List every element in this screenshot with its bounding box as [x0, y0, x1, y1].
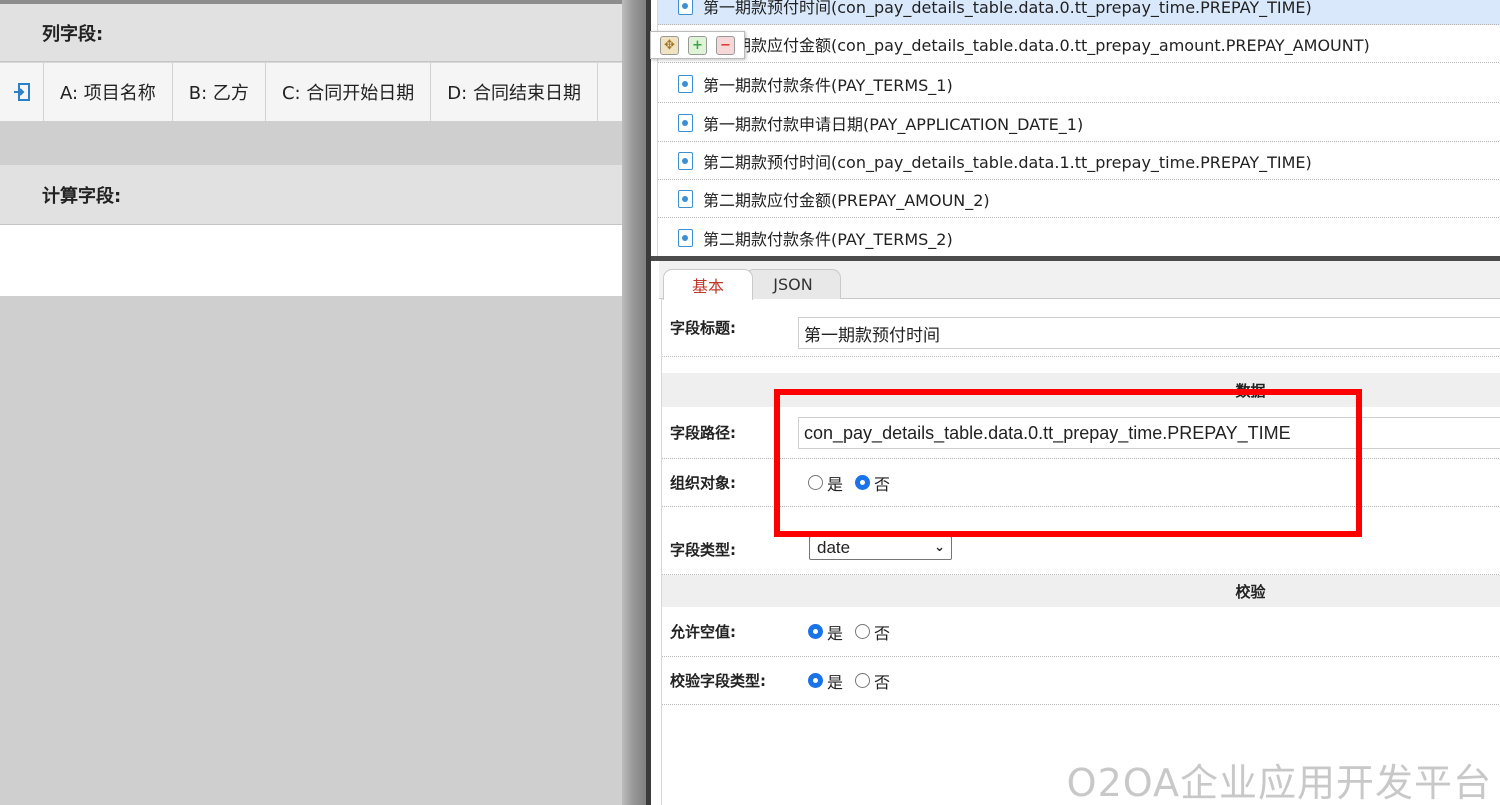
- org-object-no-radio[interactable]: [855, 475, 871, 490]
- data-group-title: 数据: [1235, 381, 1266, 400]
- field-list-item[interactable]: 第二期款付款条件(PAY_TERMS_2): [658, 219, 1500, 257]
- field-type-row: 字段类型: date ⌄: [662, 507, 1500, 575]
- org-object-label: 组织对象:: [670, 474, 736, 492]
- field-doc-icon: [678, 189, 693, 208]
- allow-empty-label: 允许空值:: [670, 623, 736, 641]
- right-panel: 第一期款预付时间(con_pay_details_table.data.0.tt…: [651, 0, 1500, 805]
- field-list-item[interactable]: 第一期款付款申请日期(PAY_APPLICATION_DATE_1): [658, 104, 1500, 142]
- field-doc-icon: [678, 0, 693, 15]
- allow-empty-row: 允许空值: 是 否: [662, 607, 1500, 657]
- field-title-input[interactable]: 第一期款预付时间: [798, 317, 1500, 349]
- field-list-item-label: 第二期款付款条件(PAY_TERMS_2): [703, 229, 953, 249]
- field-list-item[interactable]: 第一期款预付时间(con_pay_details_table.data.0.tt…: [658, 0, 1500, 25]
- property-form: 字段标题: 第一期款预付时间 数据 字段路径: con_pay_details_…: [661, 299, 1500, 805]
- org-object-radio-group: 是 否: [808, 471, 902, 495]
- field-path-value: con_pay_details_table.data.0.tt_prepay_t…: [804, 422, 1291, 443]
- column-cell-c[interactable]: C: 合同开始日期: [266, 63, 432, 121]
- field-type-label: 字段类型:: [670, 541, 736, 559]
- field-title-value: 第一期款预付时间: [804, 325, 940, 346]
- allow-empty-no-label[interactable]: 否: [874, 620, 890, 644]
- field-list-item-label: 第二期款预付时间(con_pay_details_table.data.1.tt…: [703, 152, 1312, 172]
- field-type-value: date: [817, 538, 851, 557]
- field-path-row: 字段路径: con_pay_details_table.data.0.tt_pr…: [662, 407, 1500, 459]
- validation-group-header: 校验: [662, 575, 1500, 607]
- field-path-label: 字段路径:: [670, 424, 736, 442]
- field-list-item[interactable]: 第二期款预付时间(con_pay_details_table.data.1.tt…: [658, 142, 1500, 180]
- org-object-row: 组织对象: 是 否: [662, 459, 1500, 507]
- validate-type-row: 校验字段类型: 是 否: [662, 657, 1500, 705]
- calc-fields-title: 计算字段:: [42, 185, 122, 207]
- panel-splitter[interactable]: [622, 0, 648, 805]
- calc-fields-area[interactable]: [0, 225, 622, 297]
- data-group-header: 数据: [662, 373, 1500, 407]
- validate-type-no-label[interactable]: 否: [874, 669, 890, 693]
- column-fields-title: 列字段:: [42, 23, 104, 45]
- field-doc-icon: [678, 228, 693, 247]
- tab-basic[interactable]: 基本: [663, 269, 753, 300]
- org-object-yes-radio[interactable]: [808, 475, 823, 490]
- column-cell-b[interactable]: B: 乙方: [173, 63, 266, 121]
- field-list-item-label: 第一期款付款申请日期(PAY_APPLICATION_DATE_1): [703, 114, 1084, 134]
- field-type-select[interactable]: date ⌄: [809, 536, 952, 560]
- calc-fields-header: 计算字段:: [0, 165, 622, 225]
- column-cell-a[interactable]: A: 项目名称: [44, 63, 173, 121]
- field-item-toolbar: ✥ + −: [650, 31, 745, 59]
- org-object-no-label[interactable]: 否: [874, 471, 890, 495]
- validate-type-yes-radio[interactable]: [808, 673, 823, 688]
- field-doc-icon: [678, 151, 693, 170]
- watermark: O2OA企业应用开发平台: [1066, 761, 1492, 805]
- field-list-item-label: 第二期款应付金额(PREPAY_AMOUN_2): [703, 190, 990, 210]
- tab-json[interactable]: JSON: [745, 269, 841, 299]
- field-title-label: 字段标题:: [670, 319, 736, 337]
- org-object-yes-label[interactable]: 是: [827, 471, 843, 495]
- field-list-item-label: 第一期款应付金额(con_pay_details_table.data.0.tt…: [703, 35, 1370, 55]
- left-panel: 列字段: A: 项目名称 B: 乙方 C: 合同开始日期 D: 合同结束日期 计…: [0, 0, 622, 805]
- column-fields-row: A: 项目名称 B: 乙方 C: 合同开始日期 D: 合同结束日期: [0, 62, 622, 122]
- field-list: 第一期款预付时间(con_pay_details_table.data.0.tt…: [657, 0, 1500, 257]
- validate-type-no-radio[interactable]: [855, 673, 871, 688]
- allow-empty-yes-radio[interactable]: [808, 624, 823, 639]
- add-icon[interactable]: +: [688, 35, 707, 55]
- field-list-item[interactable]: 第一期款付款条件(PAY_TERMS_1): [658, 65, 1500, 103]
- field-title-row: 字段标题: 第一期款预付时间: [662, 299, 1500, 357]
- column-cell-d[interactable]: D: 合同结束日期: [431, 63, 598, 121]
- field-doc-icon: [678, 74, 693, 93]
- validate-type-yes-label[interactable]: 是: [827, 669, 843, 693]
- field-list-item-label: 第一期款付款条件(PAY_TERMS_1): [703, 75, 953, 95]
- move-icon[interactable]: ✥: [660, 35, 679, 55]
- allow-empty-radio-group: 是 否: [808, 620, 902, 644]
- import-icon[interactable]: [0, 63, 44, 121]
- property-tabs: 基本 JSON: [659, 261, 1500, 300]
- field-list-item[interactable]: 第一期款应付金额(con_pay_details_table.data.0.tt…: [658, 25, 1500, 63]
- field-list-item-label: 第一期款预付时间(con_pay_details_table.data.0.tt…: [703, 0, 1312, 17]
- field-list-item[interactable]: 第二期款应付金额(PREPAY_AMOUN_2): [658, 180, 1500, 218]
- remove-icon[interactable]: −: [716, 35, 735, 55]
- column-fields-header: 列字段:: [0, 4, 622, 62]
- validate-type-radio-group: 是 否: [808, 669, 902, 693]
- allow-empty-no-radio[interactable]: [855, 624, 871, 639]
- field-doc-icon: [678, 113, 693, 132]
- validate-type-label: 校验字段类型:: [670, 672, 766, 690]
- allow-empty-yes-label[interactable]: 是: [827, 620, 843, 644]
- field-path-input[interactable]: con_pay_details_table.data.0.tt_prepay_t…: [798, 417, 1500, 449]
- chevron-down-icon: ⌄: [934, 539, 945, 554]
- validation-group-title: 校验: [1235, 582, 1266, 601]
